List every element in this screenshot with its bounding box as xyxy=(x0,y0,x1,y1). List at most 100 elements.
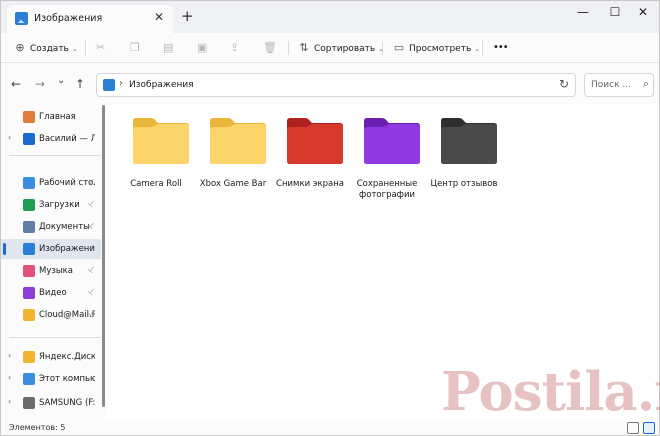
sidebar-item[interactable]: Музыка ⊥ xyxy=(1,261,101,281)
sort-button[interactable]: ⇅Сортировать⌄ xyxy=(297,39,384,57)
new-tab-button[interactable]: + xyxy=(181,7,194,25)
pictures-icon xyxy=(23,243,35,255)
delete-icon[interactable]: 🗑 xyxy=(263,39,277,57)
sidebar-item[interactable]: Главная xyxy=(1,107,101,127)
share-icon[interactable]: ⇪ xyxy=(230,39,239,57)
back-button[interactable]: ← xyxy=(11,77,21,91)
chevron-down-icon: ⌄ xyxy=(71,45,78,53)
breadcrumb-chevron-icon: › xyxy=(119,78,123,89)
sidebar-item[interactable]: Видео ⊥ xyxy=(1,283,101,303)
view-icon: ▭ xyxy=(393,41,405,54)
recent-locations-button[interactable]: ⌄ xyxy=(57,75,65,86)
documents-icon xyxy=(23,221,35,233)
rename-icon[interactable]: ▣ xyxy=(197,39,207,57)
sort-label: Сортировать xyxy=(314,44,376,54)
sidebar-item-label: Василий — Личное xyxy=(39,134,95,144)
create-label: Создать xyxy=(30,44,69,54)
expand-chevron-icon[interactable]: › xyxy=(8,133,11,142)
folder-name: Xbox Game Bar xyxy=(199,179,267,189)
folder-item[interactable]: Снимки экрана xyxy=(273,117,347,213)
up-button[interactable]: ↑ xyxy=(75,77,85,91)
folder-icon xyxy=(23,309,35,321)
status-bar: Элементов: 5 xyxy=(1,421,659,435)
close-button[interactable]: ✕ xyxy=(627,3,659,25)
paste-icon[interactable]: ▤ xyxy=(163,39,173,57)
sidebar-item[interactable]: Загрузки ⊥ xyxy=(1,195,101,215)
toolbar-divider xyxy=(382,41,383,55)
tab-title: Изображения xyxy=(34,13,103,24)
folder-item[interactable]: Центр отзывов xyxy=(427,117,501,213)
watermark: Postila.ru xyxy=(441,361,660,423)
more-options-button[interactable]: ••• xyxy=(493,39,509,57)
folder-icon xyxy=(210,118,266,164)
toolbar-divider xyxy=(288,41,289,55)
folder-name: Camera Roll xyxy=(130,179,182,189)
pictures-folder-icon xyxy=(15,12,28,25)
computer-icon xyxy=(23,373,35,385)
search-input[interactable]: Поиск ... ⌕ xyxy=(584,73,654,97)
folder-icon xyxy=(364,118,420,164)
sidebar-item[interactable]: › Василий — Личное xyxy=(1,129,101,149)
create-button[interactable]: ⊕ Создать ⌄ xyxy=(13,39,78,57)
sidebar-item-label: Главная xyxy=(39,112,76,122)
nav-divider xyxy=(9,155,101,156)
sidebar-item-label: Этот компьютер xyxy=(39,374,95,384)
folder-icon xyxy=(133,118,189,164)
expand-chevron-icon[interactable]: › xyxy=(8,351,11,360)
tab-close-icon[interactable]: ✕ xyxy=(154,10,164,24)
folder-item[interactable]: Camera Roll xyxy=(119,117,193,213)
command-bar: ⊕Создать⌄ ✂ ❐ ▤ ▣ ⇪ 🗑 ⇅Сортировать⌄ ▭Про… xyxy=(1,33,659,63)
sort-icon: ⇅ xyxy=(299,41,309,54)
search-icon: ⌕ xyxy=(642,77,649,90)
sidebar-item[interactable]: Изображения ⊥ xyxy=(1,239,101,259)
sidebar-item[interactable]: › SAMSUNG (F:) xyxy=(1,393,101,413)
add-icon: ⊕ xyxy=(15,41,25,54)
details-view-icon[interactable] xyxy=(627,422,639,434)
home-icon xyxy=(23,111,35,123)
items-count: Элементов: 5 xyxy=(9,423,66,432)
nav-divider xyxy=(9,337,101,338)
tiles-view-icon[interactable] xyxy=(643,422,655,434)
search-placeholder: Поиск ... xyxy=(591,80,631,90)
folder-icon xyxy=(441,118,497,164)
chevron-down-icon: ⌄ xyxy=(474,45,481,53)
refresh-icon[interactable]: ↻ xyxy=(559,77,569,91)
tab-pictures[interactable]: Изображения ✕ xyxy=(7,5,173,33)
sidebar-item-label: Яндекс.Диск xyxy=(39,352,95,362)
view-label: Просмотреть xyxy=(409,44,472,54)
explorer-window: Изображения ✕ + — ☐ ✕ ⊕ Создать ⌄ ✂ ❐ ▤ ▣ … xyxy=(0,0,660,436)
downloads-icon xyxy=(23,199,35,211)
forward-button[interactable]: → xyxy=(35,77,45,91)
expand-chevron-icon[interactable]: › xyxy=(8,397,11,406)
toolbar-divider xyxy=(482,41,483,55)
sidebar-item-label: SAMSUNG (F:) xyxy=(39,398,95,408)
sidebar-item[interactable]: Рабочий стол ⊥ xyxy=(1,173,101,193)
music-icon xyxy=(23,265,35,277)
folder-icon xyxy=(23,351,35,363)
sidebar-item[interactable]: Cloud@Mail.Ru⊥ xyxy=(1,305,101,325)
sidebar-item[interactable]: › Этот компьютер xyxy=(1,369,101,389)
onedrive-cloud-icon xyxy=(23,133,35,145)
title-bar: Изображения ✕ + — ☐ ✕ xyxy=(1,1,659,33)
expand-chevron-icon[interactable]: › xyxy=(8,373,11,382)
address-bar[interactable]: › Изображения ↻ xyxy=(96,73,576,97)
folder-name: Центр отзывов xyxy=(430,179,498,189)
sidebar-item[interactable]: › Яндекс.Диск xyxy=(1,347,101,367)
minimize-button[interactable]: — xyxy=(567,3,599,25)
breadcrumb[interactable]: Изображения xyxy=(129,80,194,90)
cut-icon[interactable]: ✂ xyxy=(96,39,105,57)
toolbar-divider xyxy=(85,41,86,55)
navigation-pane: Главная › Василий — Личное Рабочий стол⊥Заг… xyxy=(1,105,105,421)
address-row: ← → ⌄ ↑ › Изображения ↻ Поиск ... ⌕ xyxy=(1,63,659,105)
sidebar-item[interactable]: Документы ⊥ xyxy=(1,217,101,237)
folder-icon xyxy=(287,118,343,164)
drive-icon xyxy=(23,397,35,409)
folder-name: Снимки экрана xyxy=(276,179,344,189)
folder-item[interactable]: Сохраненные фотографии xyxy=(350,117,424,213)
video-icon xyxy=(23,287,35,299)
folder-name: Сохраненные фотографии xyxy=(356,179,418,200)
copy-icon[interactable]: ❐ xyxy=(130,39,140,57)
folder-item[interactable]: Xbox Game Bar xyxy=(196,117,270,213)
desktop-icon xyxy=(23,177,35,189)
view-button[interactable]: ▭ Просмотреть ⌄ xyxy=(392,39,480,57)
